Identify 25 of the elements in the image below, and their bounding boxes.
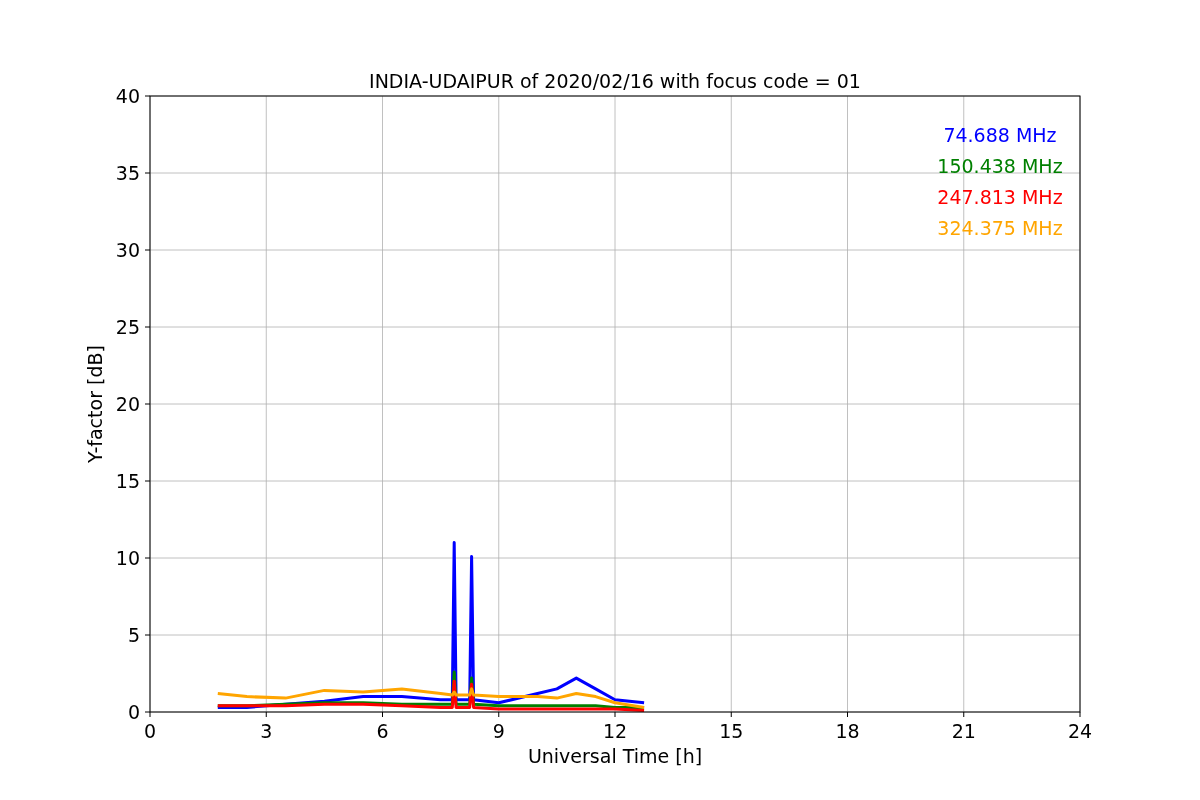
legend-label: 247.813 MHz — [937, 186, 1063, 208]
x-tick-label: 3 — [260, 720, 273, 742]
x-tick-label: 24 — [1067, 720, 1093, 742]
x-tick-label: 12 — [602, 720, 628, 742]
y-tick-label: 10 — [115, 547, 140, 569]
y-tick-label: 35 — [115, 162, 140, 184]
x-tick-label: 9 — [492, 720, 505, 742]
legend-label: 74.688 MHz — [943, 124, 1057, 146]
legend-label: 324.375 MHz — [937, 217, 1063, 239]
x-tick-label: 18 — [835, 720, 860, 742]
chart-title: INDIA-UDAIPUR of 2020/02/16 with focus code = 01 — [369, 70, 861, 92]
legend-label: 150.438 MHz — [937, 155, 1063, 177]
y-tick-label: 0 — [127, 701, 140, 723]
y-tick-label: 40 — [115, 85, 140, 107]
y-tick-label: 15 — [115, 470, 140, 492]
y-tick-label: 25 — [115, 316, 140, 338]
x-tick-label: 0 — [143, 720, 157, 742]
y-tick-label: 20 — [115, 393, 140, 415]
x-tick-label: 21 — [951, 720, 976, 742]
y-tick-label: 30 — [115, 239, 140, 261]
x-tick-label: 15 — [719, 720, 744, 742]
y-tick-label: 5 — [127, 624, 140, 646]
x-axis-label: Universal Time [h] — [527, 745, 703, 767]
y-axis-label: Y-factor [dB] — [84, 345, 106, 463]
x-tick-label: 6 — [376, 720, 389, 742]
